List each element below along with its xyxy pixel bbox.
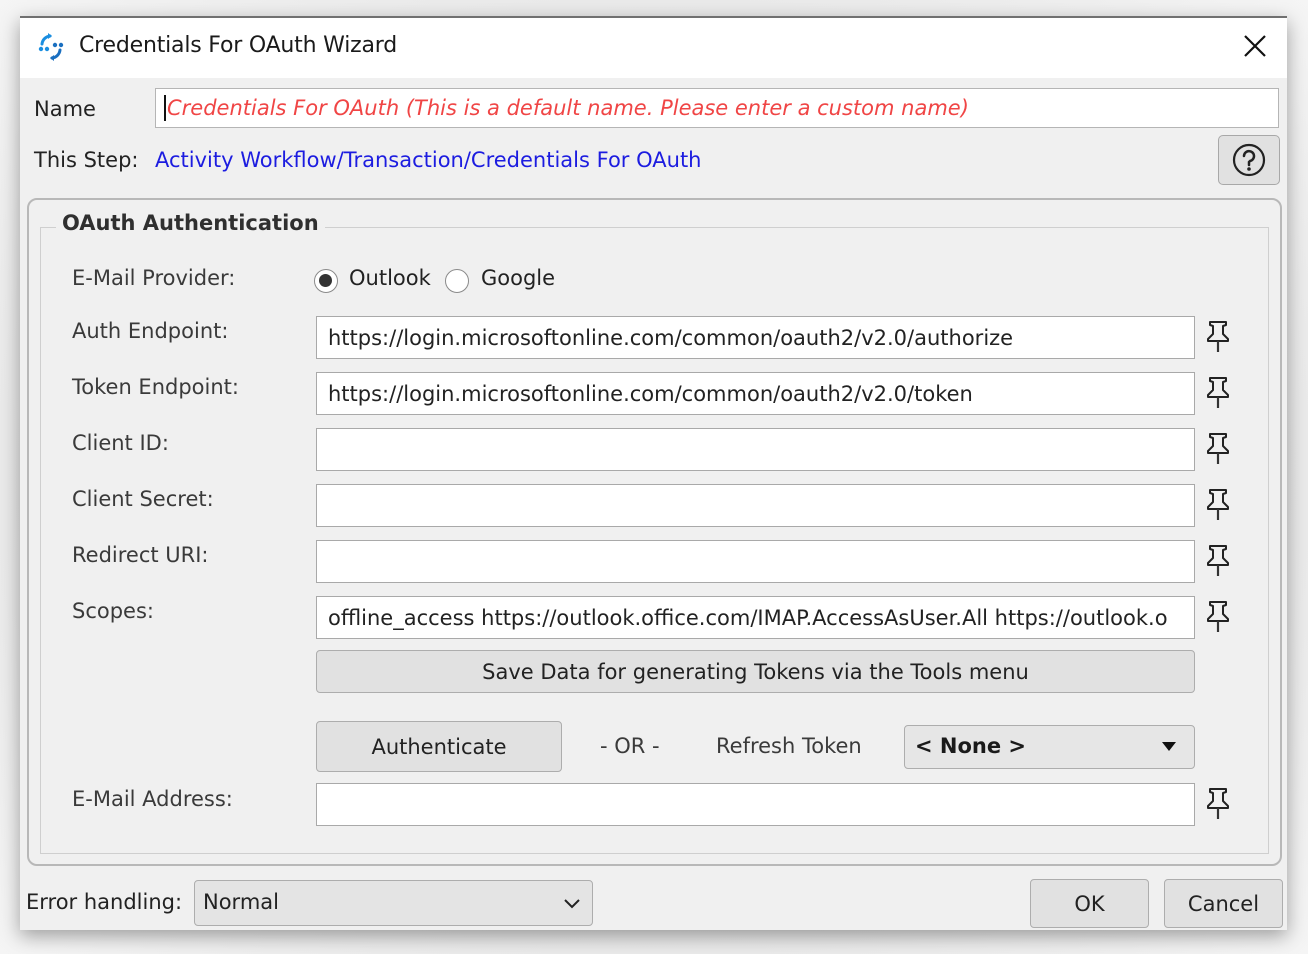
dropdown-triangle-icon (1162, 742, 1176, 751)
chevron-down-icon (564, 899, 580, 909)
authenticate-button[interactable]: Authenticate (316, 721, 562, 772)
scopes-label: Scopes: (72, 599, 154, 623)
email-address-label: E-Mail Address: (72, 787, 233, 811)
error-handling-select[interactable]: Normal (194, 880, 593, 926)
this-step-label: This Step: (34, 148, 139, 172)
auth-endpoint-label: Auth Endpoint: (72, 319, 229, 343)
save-data-button[interactable]: Save Data for generating Tokens via the … (316, 650, 1195, 693)
email-provider-label: E-Mail Provider: (72, 266, 236, 290)
client-id-input[interactable] (316, 428, 1195, 471)
window-title: Credentials For OAuth Wizard (79, 33, 397, 58)
pin-icon[interactable] (1205, 488, 1231, 522)
provider-outlook-label[interactable]: Outlook (349, 266, 431, 290)
redirect-uri-label: Redirect URI: (72, 543, 209, 567)
token-endpoint-label: Token Endpoint: (72, 375, 239, 399)
close-button[interactable] (1237, 28, 1273, 64)
ok-button[interactable]: OK (1030, 879, 1149, 928)
help-button[interactable] (1218, 135, 1280, 185)
client-secret-input[interactable] (316, 484, 1195, 527)
email-address-input[interactable] (316, 783, 1195, 826)
provider-google-label[interactable]: Google (481, 266, 555, 290)
name-input-value: Credentials For OAuth (This is a default… (167, 96, 969, 120)
pin-icon[interactable] (1205, 432, 1231, 466)
oauth-group-title: OAuth Authentication (56, 211, 325, 235)
client-secret-label: Client Secret: (72, 487, 214, 511)
pin-icon[interactable] (1205, 544, 1231, 578)
token-endpoint-input[interactable]: https://login.microsoftonline.com/common… (316, 372, 1195, 415)
close-icon (1244, 35, 1266, 57)
refresh-token-value: < None > (915, 734, 1027, 758)
pin-icon[interactable] (1205, 376, 1231, 410)
pin-icon[interactable] (1205, 600, 1231, 634)
help-icon (1232, 143, 1266, 177)
redirect-uri-input[interactable] (316, 540, 1195, 583)
this-step-path-link[interactable]: Activity Workflow/Transaction/Credential… (155, 148, 702, 172)
title-bar: Credentials For OAuth Wizard (20, 18, 1287, 78)
pin-icon[interactable] (1205, 320, 1231, 354)
name-input[interactable]: Credentials For OAuth (This is a default… (155, 88, 1279, 128)
scopes-input[interactable]: offline_access https://outlook.office.co… (316, 596, 1195, 639)
refresh-token-label: Refresh Token (716, 734, 862, 758)
provider-google-radio[interactable] (445, 269, 469, 293)
text-caret (164, 95, 166, 121)
client-id-label: Client ID: (72, 431, 169, 455)
error-handling-value: Normal (203, 890, 279, 914)
workflow-arrows-icon (36, 32, 66, 62)
pin-icon[interactable] (1205, 787, 1231, 821)
refresh-token-dropdown[interactable]: < None > (904, 725, 1195, 769)
name-label: Name (34, 97, 96, 121)
error-handling-label: Error handling: (26, 890, 183, 914)
credentials-oauth-wizard-dialog: Credentials For OAuth Wizard Name Creden… (20, 16, 1287, 930)
auth-endpoint-input[interactable]: https://login.microsoftonline.com/common… (316, 316, 1195, 359)
provider-outlook-radio[interactable] (314, 269, 338, 293)
cancel-button[interactable]: Cancel (1164, 879, 1283, 928)
or-separator: - OR - (600, 734, 660, 758)
